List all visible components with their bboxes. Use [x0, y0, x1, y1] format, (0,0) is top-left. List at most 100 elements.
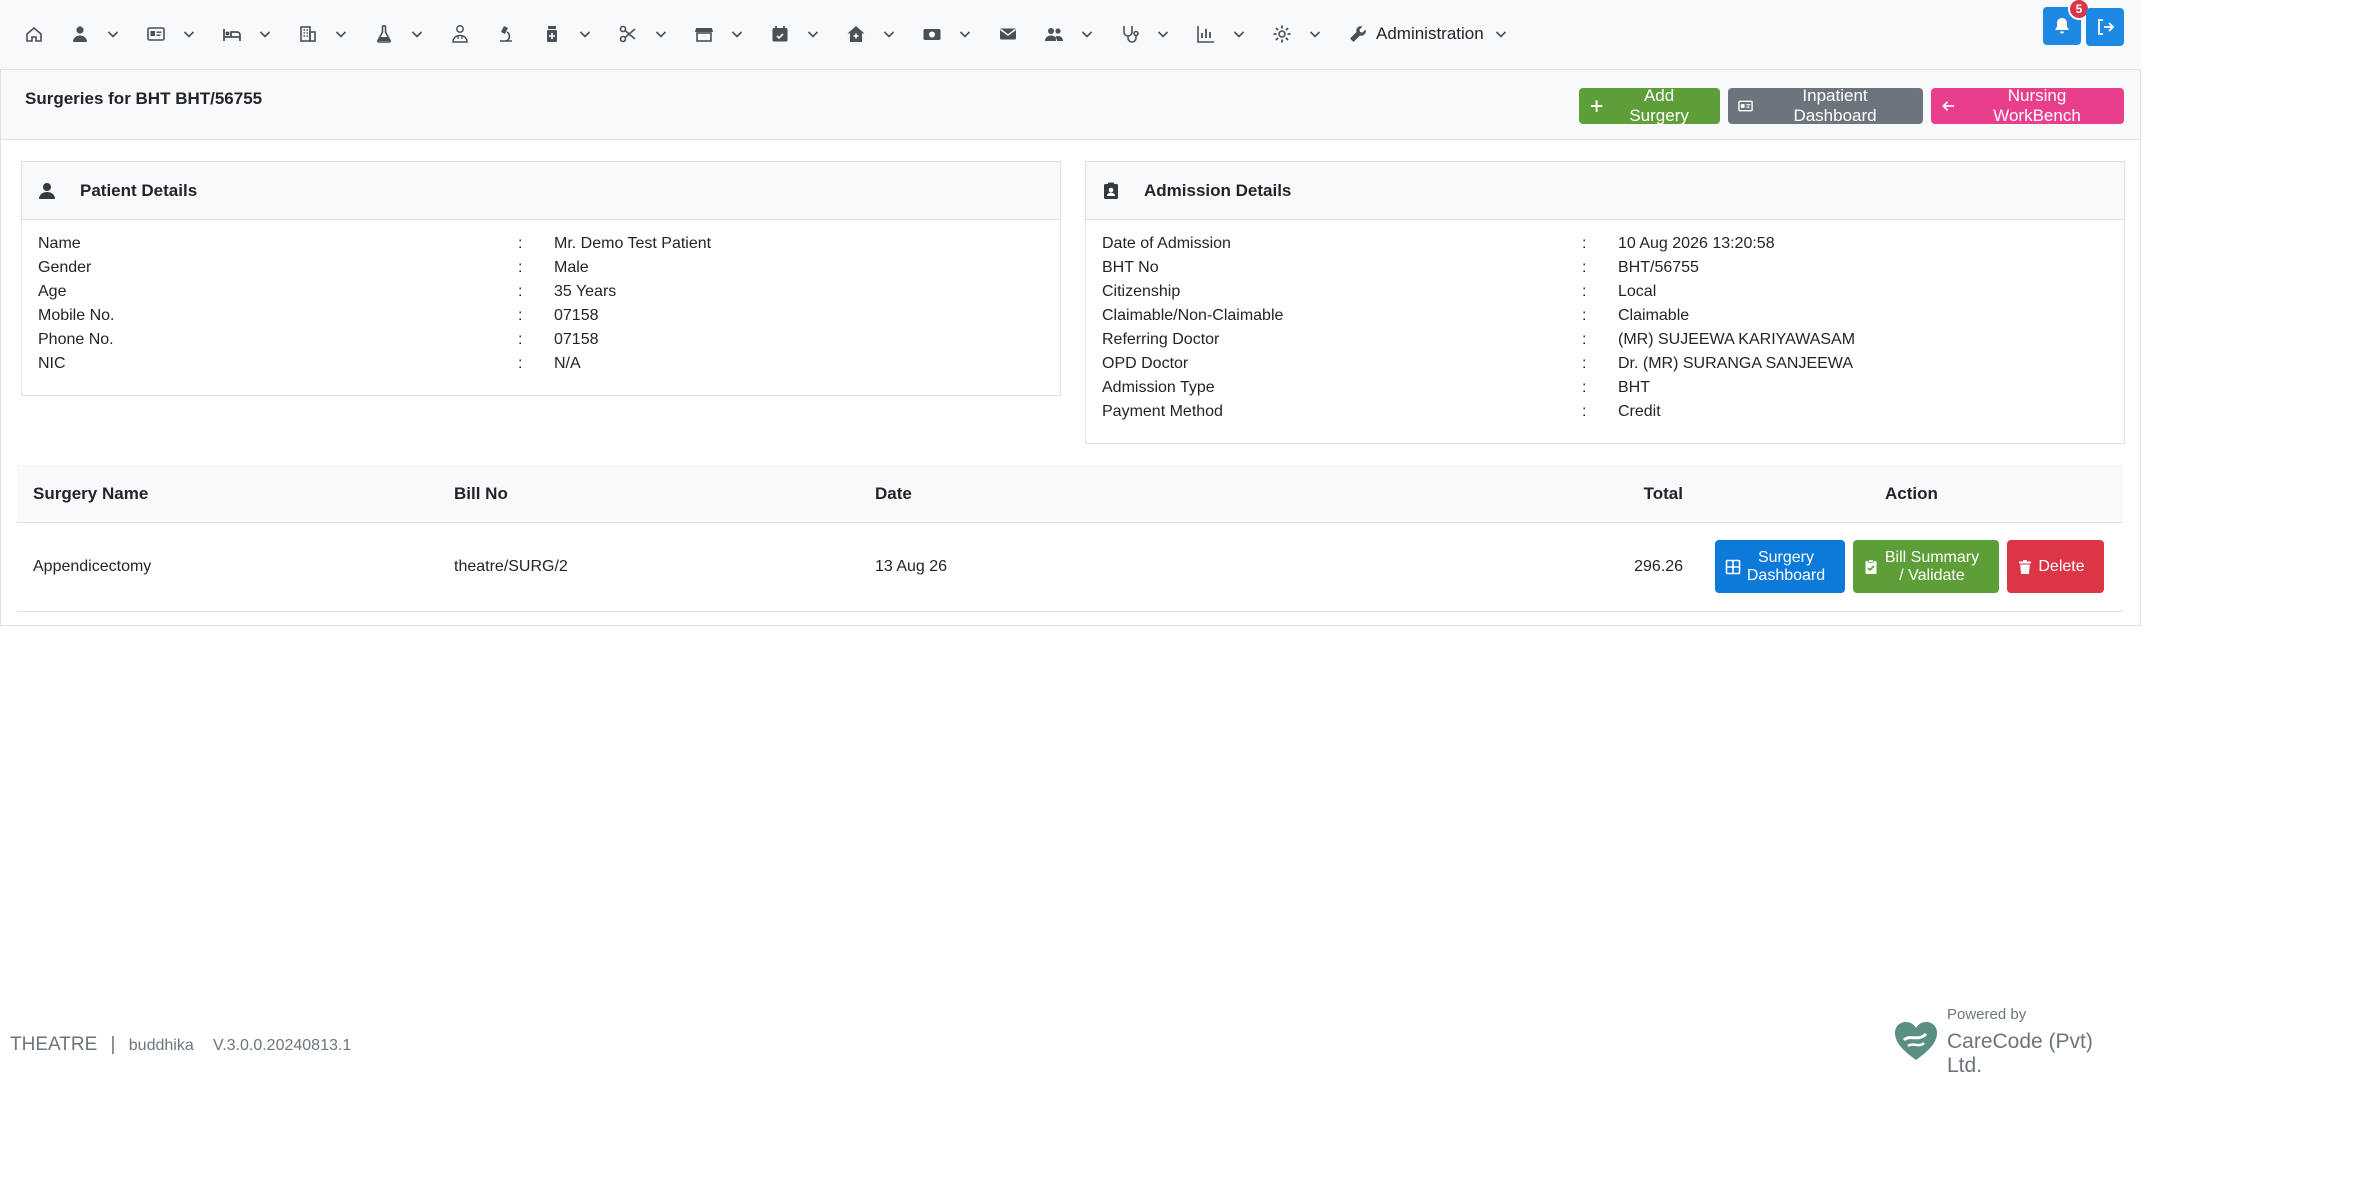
gear-icon — [1273, 25, 1291, 43]
delete-button[interactable]: Delete — [2007, 540, 2104, 593]
calendar-icon — [772, 26, 788, 42]
bill-summary-label-line1: Bill Summary — [1884, 548, 1980, 566]
nav-menu-house-medical[interactable] — [846, 24, 896, 44]
nav-menu-microscope[interactable] — [496, 24, 516, 44]
nav-menu-medicine-bottle[interactable] — [542, 24, 592, 44]
patient-detail-colon: : — [518, 259, 523, 276]
admission-detail-value: Credit — [1618, 403, 1661, 420]
admission-details-title: Admission Details — [1144, 180, 1292, 200]
admission-detail-value: (MR) SUJEEWA KARIYAWASAM — [1618, 331, 1856, 348]
admission-detail-value: Local — [1618, 283, 1657, 300]
chevron-down-icon — [183, 31, 195, 38]
admission-detail-colon: : — [1582, 355, 1587, 372]
admission-detail-value: BHT/56755 — [1618, 259, 1699, 276]
chevron-down-icon — [883, 31, 895, 38]
add-surgery-button[interactable]: Add Surgery — [1579, 86, 1720, 125]
logout-icon — [2098, 19, 2115, 35]
logout-button[interactable] — [2086, 8, 2124, 46]
carecode-logo-icon — [1895, 1022, 1937, 1060]
admission-detail-colon: : — [1582, 259, 1587, 276]
footer-module: THEATRE — [10, 1034, 98, 1055]
page-title: Surgeries for BHT BHT/56755 — [25, 89, 263, 108]
admission-detail-row: Claimable/Non-Claimable: Claimable — [1086, 307, 2124, 331]
nav-menu-gear[interactable] — [1272, 24, 1322, 44]
patient-detail-colon: : — [518, 283, 523, 300]
scissors-icon — [619, 25, 636, 43]
chevron-down-icon — [107, 31, 119, 38]
nursing-workbench-button[interactable]: Nursing WorkBench — [1931, 86, 2124, 125]
patient-detail-row: Mobile No.: 07158 — [22, 307, 1060, 331]
surgery-dashboard-label-line2: Dashboard — [1746, 566, 1826, 584]
admission-detail-colon: : — [1582, 283, 1587, 300]
footer-version: V.3.0.0.20240813.1 — [213, 1037, 352, 1054]
patient-detail-value: N/A — [554, 355, 581, 372]
microscope-icon — [500, 26, 512, 42]
admission-detail-value: 10 Aug 2026 13:20:58 — [1618, 235, 1775, 252]
patient-detail-row: Gender: Male — [22, 259, 1060, 283]
chevron-down-icon — [1157, 31, 1169, 38]
admission-detail-row: Date of Admission: 10 Aug 2026 13:20:58 — [1086, 235, 2124, 259]
nav-menu-id-card[interactable] — [146, 24, 196, 44]
nav-menu-bed[interactable] — [222, 24, 272, 44]
patient-detail-colon: : — [518, 307, 523, 324]
cell-surgery-name: Appendicectomy — [33, 558, 152, 575]
users-icon — [1045, 28, 1063, 41]
admission-detail-label: Citizenship — [1102, 283, 1181, 300]
nav-menu-home[interactable] — [24, 24, 44, 44]
chevron-down-icon — [959, 31, 971, 38]
medicine-bottle-icon — [547, 26, 557, 42]
nav-menu-money[interactable] — [922, 24, 972, 44]
cell-date: 13 Aug 26 — [875, 558, 948, 575]
add-surgery-label: Add Surgery — [1629, 86, 1689, 125]
bed-icon — [223, 29, 241, 41]
patient-details-title: Patient Details — [80, 180, 198, 200]
admission-detail-value: Dr. (MR) SURANGA SANJEEWA — [1618, 355, 1853, 372]
footer-separator: | — [110, 1034, 116, 1055]
nursing-workbench-label: Nursing WorkBench — [1993, 86, 2081, 125]
inpatient-dashboard-button[interactable]: Inpatient Dashboard — [1728, 86, 1923, 125]
bill-summary-validate-button[interactable]: Bill Summary / Validate — [1853, 540, 1999, 593]
home-icon — [26, 26, 42, 42]
patient-details-card: Patient Details Name: Mr. Demo Test Patie… — [21, 161, 1061, 396]
nav-menu-calendar[interactable] — [770, 24, 820, 44]
footer-info: THEATRE | buddhika V.3.0.0.20240813.1 — [10, 1034, 351, 1056]
footer-brand: Powered by CareCode (Pvt) Ltd. — [1892, 1004, 2122, 1077]
house-medical-icon — [847, 26, 865, 42]
nav-menu: Administration — [24, 0, 1534, 68]
stethoscope-icon — [1123, 26, 1139, 43]
nav-menu-flask[interactable] — [374, 24, 424, 44]
patient-detail-value: Male — [554, 259, 589, 276]
cell-total: 296.26 — [1634, 558, 1683, 575]
nav-menu-administration[interactable]: Administration — [1348, 24, 1508, 44]
delete-label: Delete — [2038, 557, 2085, 575]
clipboard-user-icon — [1104, 182, 1118, 199]
clipboard-check-icon — [1865, 558, 1877, 574]
nav-menu-user[interactable] — [70, 24, 120, 44]
store-icon — [695, 28, 713, 42]
nav-menu-store[interactable] — [694, 24, 744, 44]
powered-by-label: Powered by — [1947, 1006, 2027, 1023]
column-header-bill-no: Bill No — [454, 483, 508, 503]
building-icon — [300, 26, 316, 42]
surgery-dashboard-button[interactable]: Surgery Dashboard — [1715, 540, 1845, 593]
nav-menu-doctor[interactable] — [450, 24, 470, 44]
column-header-total: Total — [1643, 483, 1683, 503]
cell-bill-no: theatre/SURG/2 — [454, 558, 568, 575]
admission-detail-colon: : — [1582, 379, 1587, 396]
chevron-down-icon — [259, 31, 271, 38]
bell-icon — [2055, 18, 2069, 34]
column-header-date: Date — [875, 483, 912, 503]
nav-menu-envelope[interactable] — [998, 24, 1018, 44]
admission-detail-colon: : — [1582, 331, 1587, 348]
nav-menu-scissors[interactable] — [618, 24, 668, 44]
patient-details-header: Patient Details — [22, 162, 1060, 220]
table-grid-icon — [1725, 559, 1741, 574]
admission-detail-value: BHT — [1618, 379, 1650, 396]
nav-menu-building[interactable] — [298, 24, 348, 44]
nav-menu-users[interactable] — [1044, 24, 1094, 44]
chevron-down-icon — [579, 31, 591, 38]
inpatient-dashboard-label: Inpatient Dashboard — [1793, 86, 1877, 125]
patient-detail-value: 35 Years — [554, 283, 617, 300]
nav-menu-stethoscope[interactable] — [1120, 24, 1170, 44]
nav-menu-bar-chart[interactable] — [1196, 24, 1246, 44]
